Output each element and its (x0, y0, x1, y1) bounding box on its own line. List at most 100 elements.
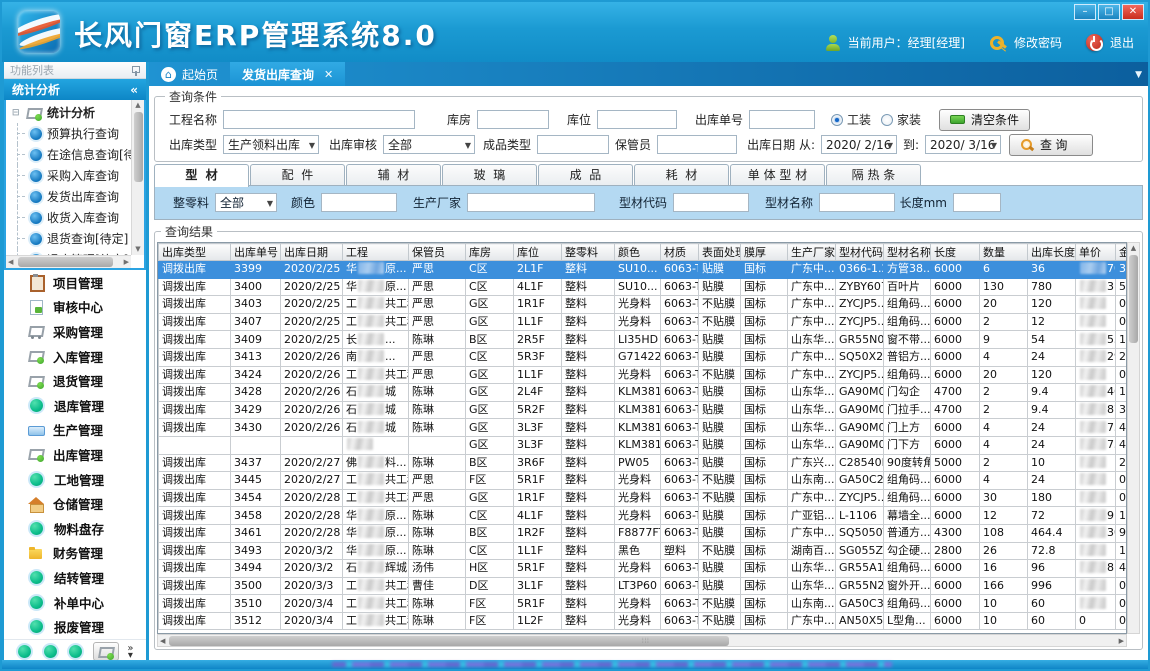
tree-item-发货出库查询[interactable]: 发货出库查询 (8, 186, 131, 207)
date-from-picker[interactable]: 2020/ 2/16▼ (821, 135, 897, 154)
column-header-出库长度[interactable]: 出库长度 (1028, 244, 1076, 261)
sidebar-item-生产管理[interactable]: 生产管理 (4, 418, 146, 443)
more-items-button[interactable]: »▾ (127, 645, 133, 659)
factory-input[interactable] (467, 193, 595, 212)
sidebar-item-报废管理[interactable]: 报废管理 (4, 614, 146, 639)
column-header-出库日期[interactable]: 出库日期 (281, 244, 343, 261)
material-tab-玻璃[interactable]: 玻 璃 (442, 164, 537, 186)
sidebar-item-审核中心[interactable]: 审核中心 (4, 295, 146, 320)
tab-shipment-query[interactable]: 发货出库查询 ✕ (230, 62, 345, 86)
sidebar-item-出库管理[interactable]: 出库管理 (4, 442, 146, 467)
sidebar-item-采购管理[interactable]: 采购管理 (4, 319, 146, 344)
sidebar-item-退库管理[interactable]: 退库管理 (4, 393, 146, 418)
table-row[interactable]: 调拨出库34372020/2/27佛料...陈琳B区3R6F整料PW056063… (159, 454, 1128, 472)
radio-jiazhuang[interactable]: 家装 (881, 111, 921, 128)
column-header-颜色[interactable]: 颜色 (615, 244, 661, 261)
column-header-长度[interactable]: 长度 (931, 244, 980, 261)
tree-vertical-scrollbar[interactable]: ▲ ▼ (131, 100, 144, 255)
tab-home[interactable]: ⌂ 起始页 (149, 62, 230, 86)
circle-icon[interactable] (69, 645, 82, 658)
date-to-picker[interactable]: 2020/ 3/16▼ (925, 135, 1001, 154)
table-row[interactable]: 调拨出库34542020/2/28工共工程严思G区1R1F整料光身料6063-T… (159, 489, 1128, 507)
table-row[interactable]: 调拨出库34032020/2/25工共工程严思G区1R1F整料光身料6063-T… (159, 296, 1128, 314)
column-header-库房[interactable]: 库房 (466, 244, 514, 261)
radio-gongzhuang[interactable]: 工装 (831, 111, 871, 128)
order-no-input[interactable] (749, 110, 815, 129)
color-input[interactable] (321, 193, 397, 212)
tree-item-预算执行查询[interactable]: 预算执行查询 (8, 123, 131, 144)
circle-icon[interactable] (18, 645, 31, 658)
tree-item-收货入库查询[interactable]: 收货入库查询 (8, 207, 131, 228)
sidebar-item-工地管理[interactable]: 工地管理 (4, 467, 146, 492)
out-type-combobox[interactable]: 生产领料出库▼ (223, 135, 319, 154)
table-row[interactable]: 调拨出库34242020/2/26工共工程严思G区1L1F整料光身料6063-T… (159, 366, 1128, 384)
search-button[interactable]: 查 询 (1009, 134, 1093, 156)
material-tab-隔热条[interactable]: 隔 热 条 (826, 164, 921, 186)
sidebar-item-补单中心[interactable]: 补单中心 (4, 590, 146, 615)
tab-list-dropdown-icon[interactable]: ▼ (1135, 70, 1142, 80)
material-tab-耗材[interactable]: 耗 材 (634, 164, 729, 186)
material-tab-型材[interactable]: 型 材 (154, 164, 249, 187)
minimize-button[interactable]: – (1074, 4, 1096, 20)
tree-root-statistics[interactable]: ⊟统计分析 (8, 102, 131, 123)
circle-icon[interactable] (44, 645, 57, 658)
tree-item-在途信息查询[待[interactable]: 在途信息查询[待 (8, 144, 131, 165)
project-name-input[interactable] (223, 110, 415, 129)
table-row[interactable]: 调拨出库35002020/3/3工共工程曹佳D区3L1F整料LT3P606063… (159, 577, 1128, 595)
table-row[interactable]: 调拨出库35102020/3/4工共工程陈琳F区5R1F整料光身料6063-T5… (159, 595, 1128, 613)
cart-mini-button[interactable] (93, 642, 119, 661)
sidebar-item-财务管理[interactable]: 财务管理 (4, 541, 146, 566)
column-header-膜厚[interactable]: 膜厚 (741, 244, 788, 261)
tree-item-采购入库查询[interactable]: 采购入库查询 (8, 165, 131, 186)
table-row[interactable]: 调拨出库34072020/2/25工共工程严思G区1L1F整料光身料6063-T… (159, 313, 1128, 331)
column-header-金[interactable]: 金 (1116, 244, 1128, 261)
material-tab-辅材[interactable]: 辅 材 (346, 164, 441, 186)
material-tab-单体型材[interactable]: 单 体 型 材 (730, 164, 825, 186)
change-password-button[interactable]: 修改密码 (1014, 34, 1062, 51)
column-header-保管员[interactable]: 保管员 (409, 244, 466, 261)
table-row[interactable]: 调拨出库34002020/2/25华原...严思C区4L1F整料SU10...6… (159, 278, 1128, 296)
table-row[interactable]: 调拨出库34942020/3/2石辉城汤伟H区5R1F整料光身料6063-T5贴… (159, 560, 1128, 578)
column-header-表面处理[interactable]: 表面处理 (699, 244, 741, 261)
column-header-生产厂家[interactable]: 生产厂家 (788, 244, 836, 261)
profile-name-input[interactable] (819, 193, 895, 212)
sidebar-item-结转管理[interactable]: 结转管理 (4, 565, 146, 590)
table-row[interactable]: 调拨出库34302020/2/26石城陈琳G区3L3F整料KLM38176063… (159, 419, 1128, 437)
column-header-数量[interactable]: 数量 (980, 244, 1028, 261)
column-header-库位[interactable]: 库位 (514, 244, 562, 261)
product-type-input[interactable] (537, 135, 609, 154)
tree-horizontal-scrollbar[interactable]: ◀ ▶ (6, 255, 131, 268)
sidebar-item-项目管理[interactable]: 项目管理 (4, 270, 146, 295)
sidebar-item-退货管理[interactable]: 退货管理 (4, 368, 146, 393)
column-header-出库类型[interactable]: 出库类型 (159, 244, 231, 261)
table-row[interactable]: 调拨出库34932020/3/2华原...陈琳C区1L1F整料黑色塑料不贴膜国标… (159, 542, 1128, 560)
table-row[interactable]: 调拨出库33992020/2/25华原...严思C区2L1F整料SU10...6… (159, 261, 1128, 279)
whole-part-combobox[interactable]: 全部▼ (215, 193, 277, 212)
table-horizontal-scrollbar[interactable]: ◀ ⦙⦙⦙ ▶ (157, 634, 1127, 647)
sidebar-item-仓储管理[interactable]: 仓储管理 (4, 491, 146, 516)
collapse-button[interactable]: « (130, 83, 138, 97)
column-header-整零料[interactable]: 整零料 (562, 244, 615, 261)
pin-icon[interactable] (131, 65, 140, 76)
column-header-型材名称[interactable]: 型材名称 (884, 244, 931, 261)
material-tab-配件[interactable]: 配 件 (250, 164, 345, 186)
table-row[interactable]: 调拨出库34092020/2/25长...陈琳B区2R5F整料LI35HD606… (159, 331, 1128, 349)
table-row[interactable]: 调拨出库34612020/2/28华原...陈琳B区1R2F整料F8877FT6… (159, 524, 1128, 542)
table-row[interactable]: 调拨出库34282020/2/26石城陈琳G区2L4F整料KLM38176063… (159, 384, 1128, 402)
column-header-单价[interactable]: 单价 (1076, 244, 1116, 261)
logout-button[interactable]: 退出 (1110, 34, 1134, 51)
tab-close-icon[interactable]: ✕ (324, 68, 333, 81)
close-button[interactable]: ✕ (1122, 4, 1144, 20)
sidebar-item-物料盘存[interactable]: 物料盘存 (4, 516, 146, 541)
tree-item-退货查询[待定][interactable]: 退货查询[待定] (8, 228, 131, 249)
table-row[interactable]: 调拨出库34582020/2/28华原...陈琳C区4L1F整料光身料6063-… (159, 507, 1128, 525)
table-row[interactable]: 调拨出库34132020/2/26南...严思C区5R3F整料G71422606… (159, 348, 1128, 366)
sidebar-item-入库管理[interactable]: 入库管理 (4, 344, 146, 369)
table-vertical-scrollbar[interactable]: ▲ (1127, 242, 1140, 634)
column-header-工程[interactable]: 工程 (343, 244, 409, 261)
tree-expander-icon[interactable]: ⊟ (12, 108, 21, 118)
table-row[interactable]: 调拨出库34452020/2/27工共工程严思F区5R1F整料光身料6063-T… (159, 472, 1128, 490)
keeper-input[interactable] (657, 135, 737, 154)
column-header-出库单号[interactable]: 出库单号 (231, 244, 281, 261)
column-header-型材代码[interactable]: 型材代码 (836, 244, 884, 261)
